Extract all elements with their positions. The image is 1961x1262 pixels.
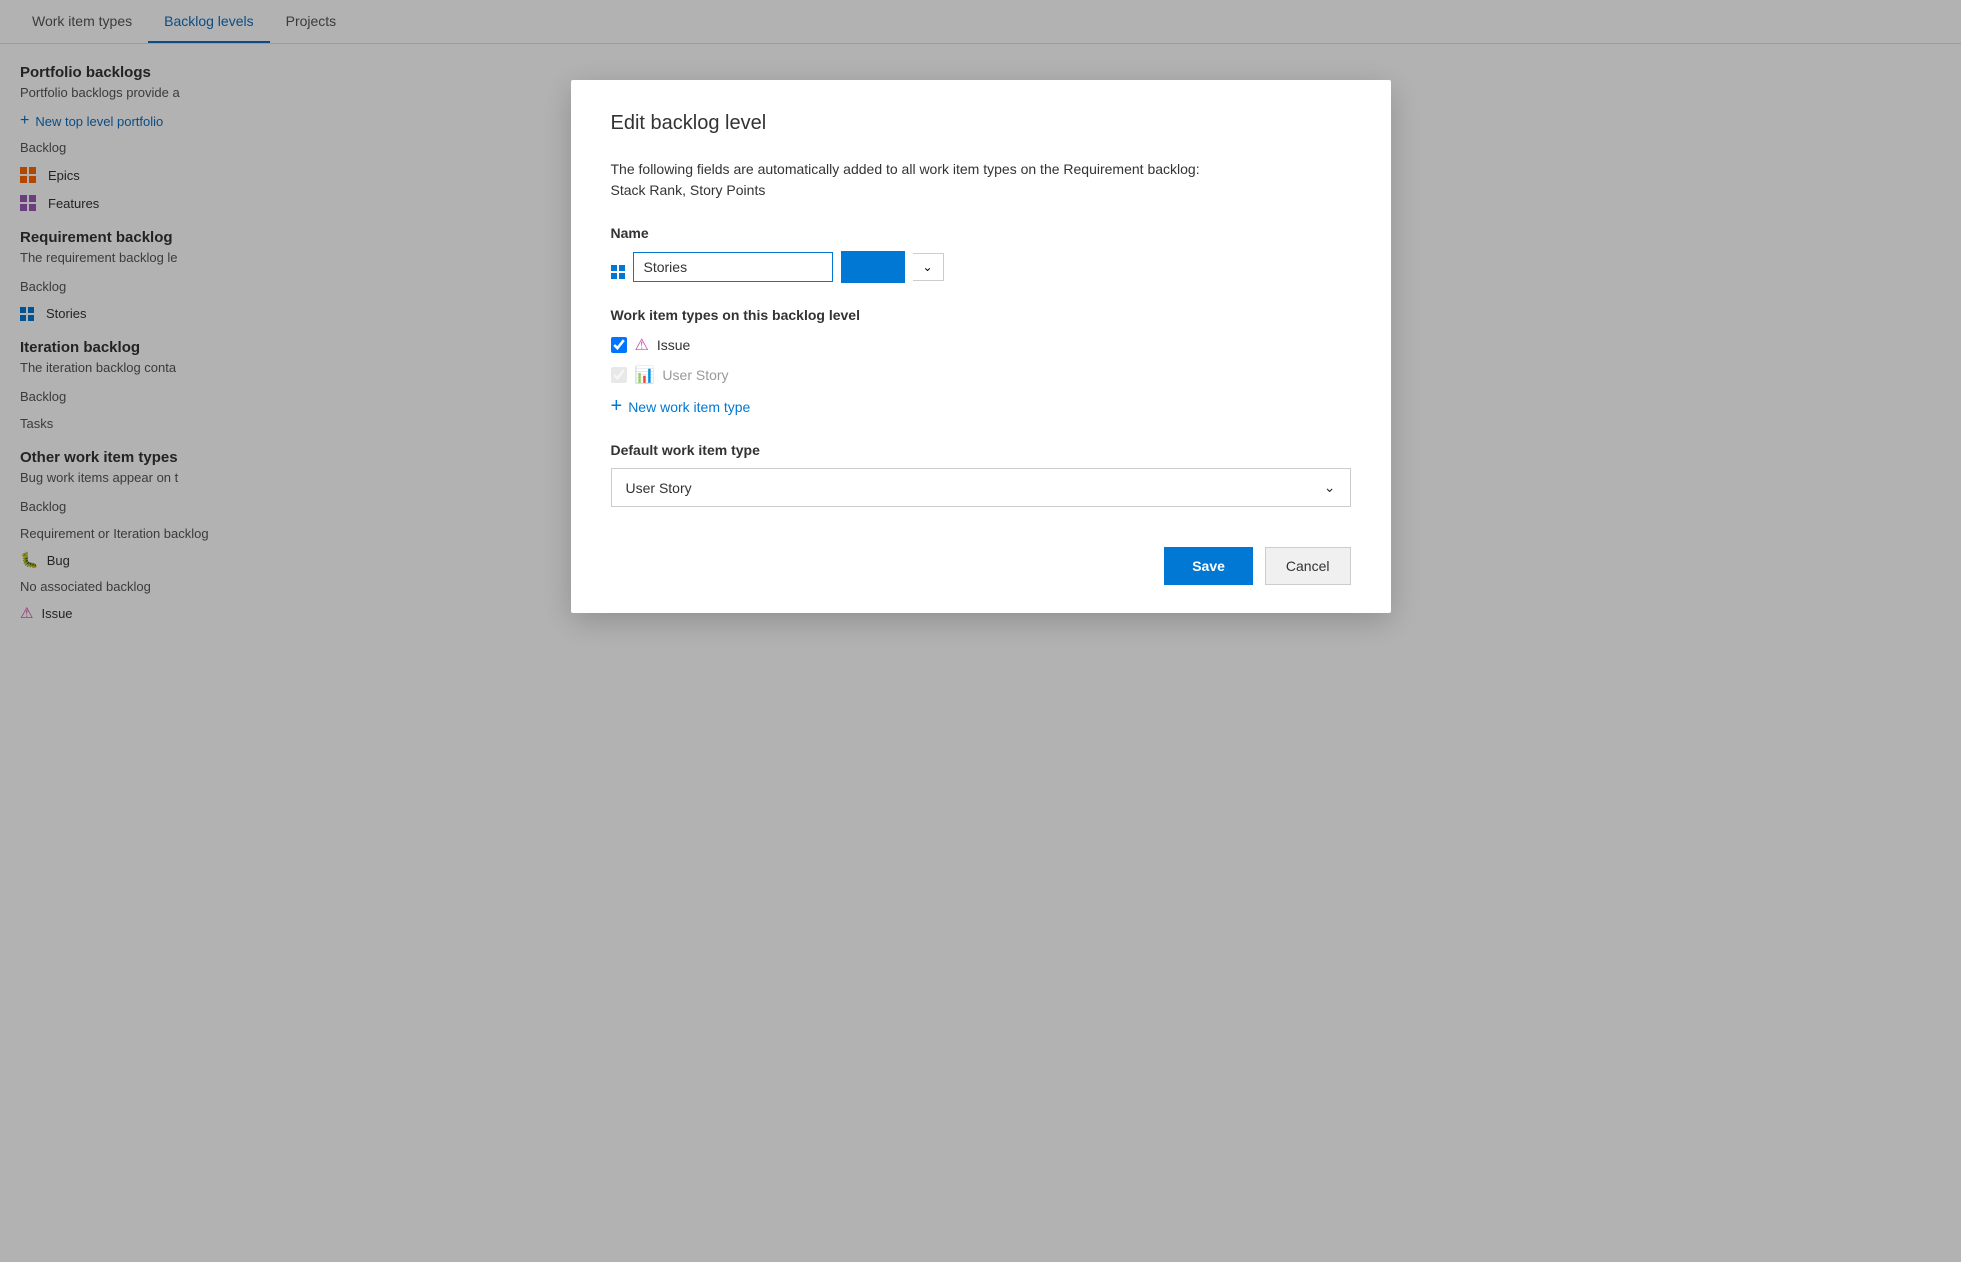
add-work-item-plus-icon: +: [611, 395, 623, 418]
dropdown-chevron-icon: ⌄: [1324, 479, 1336, 496]
name-label: Name: [611, 225, 1351, 241]
modal-info-line1: The following fields are automatically a…: [611, 161, 1200, 177]
issue-checkbox-row: ⚠ Issue: [611, 335, 1351, 355]
default-work-item-dropdown[interactable]: User Story ⌄: [611, 468, 1351, 507]
user-story-type-icon: 📊: [635, 365, 655, 385]
cancel-button[interactable]: Cancel: [1265, 547, 1351, 585]
modal-info: The following fields are automatically a…: [611, 159, 1351, 201]
add-work-item-label: New work item type: [628, 399, 750, 415]
user-story-checkbox-label: User Story: [662, 367, 728, 383]
issue-type-icon: ⚠: [635, 335, 649, 355]
modal-title: Edit backlog level: [611, 112, 1351, 135]
issue-checkbox-label[interactable]: Issue: [657, 337, 690, 353]
name-row: ⌄: [611, 251, 1351, 283]
edit-backlog-level-modal: Edit backlog level The following fields …: [571, 80, 1391, 613]
color-swatch-button[interactable]: [841, 251, 905, 283]
modal-info-line2: Stack Rank, Story Points: [611, 182, 766, 198]
modal-overlay: Edit backlog level The following fields …: [0, 44, 1961, 1262]
default-work-item-value: User Story: [626, 480, 692, 496]
issue-checkbox[interactable]: [611, 337, 627, 353]
main-content: Portfolio backlogs Portfolio backlogs pr…: [0, 44, 1961, 1262]
name-input[interactable]: [633, 252, 833, 282]
add-work-item-type-link[interactable]: + New work item type: [611, 395, 1351, 418]
grid-icon: [611, 255, 625, 279]
save-button[interactable]: Save: [1164, 547, 1253, 585]
color-dropdown-button[interactable]: ⌄: [913, 253, 944, 281]
work-item-types-label: Work item types on this backlog level: [611, 307, 1351, 323]
modal-footer: Save Cancel: [611, 547, 1351, 585]
default-work-item-label: Default work item type: [611, 442, 1351, 458]
user-story-checkbox[interactable]: [611, 367, 627, 383]
user-story-checkbox-row: 📊 User Story: [611, 365, 1351, 385]
